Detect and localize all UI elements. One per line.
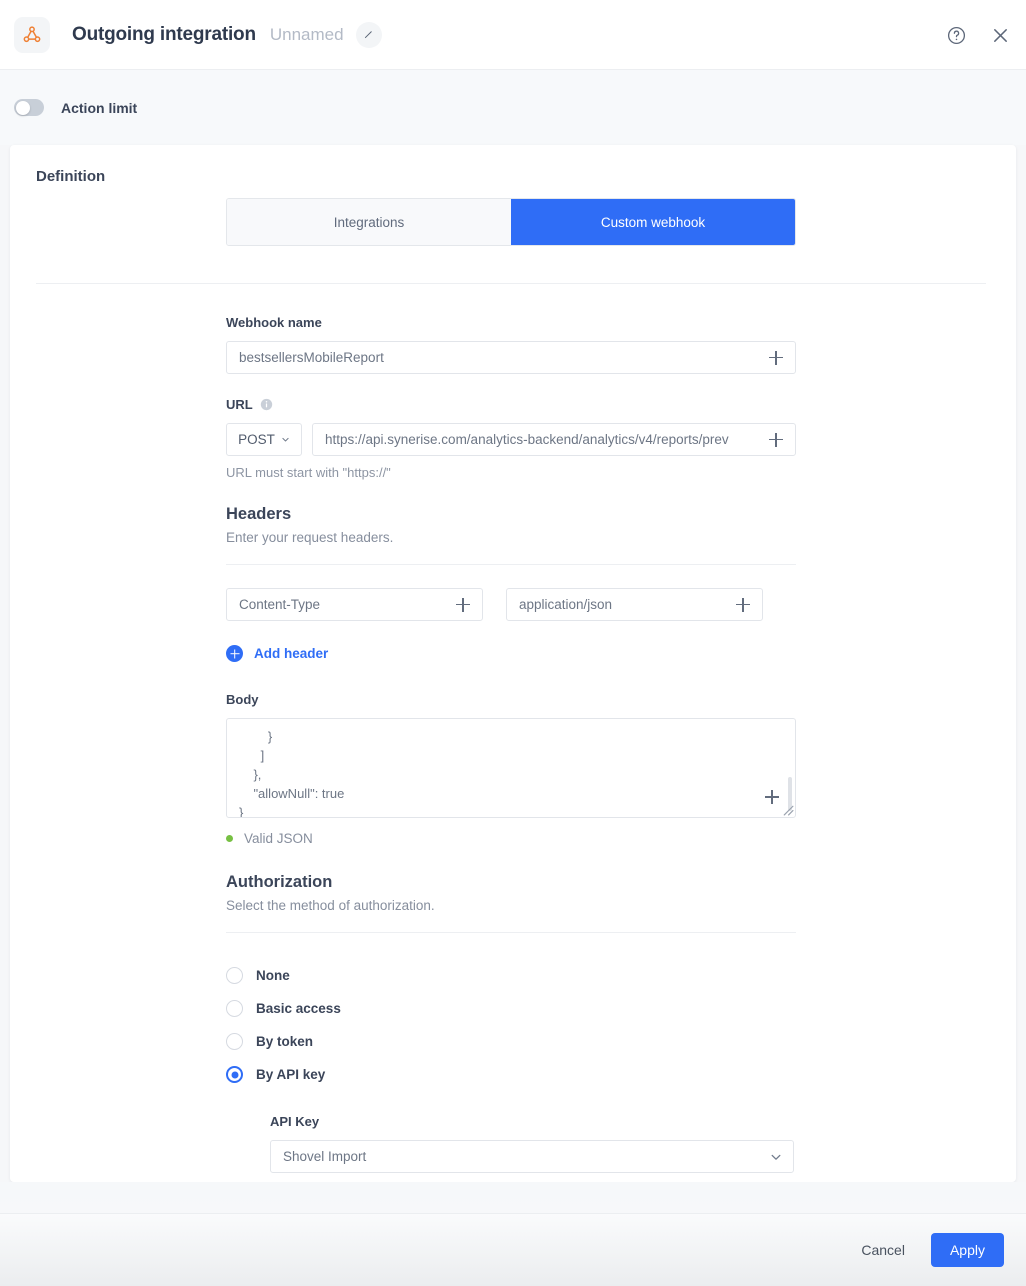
header-row: Content-Type application/json bbox=[226, 588, 796, 621]
radio-icon bbox=[226, 967, 243, 984]
add-header-label: Add header bbox=[254, 646, 328, 661]
body-status: Valid JSON bbox=[226, 831, 796, 846]
url-value: https://api.synerise.com/analytics-backe… bbox=[325, 432, 767, 447]
url-label: URL bbox=[226, 397, 796, 412]
definition-card: Definition Integrations Custom webhook W… bbox=[10, 145, 1016, 1182]
body-textarea[interactable]: } ] }, "allowNull": true } bbox=[226, 718, 796, 818]
body-label: Body bbox=[226, 692, 796, 707]
tab-custom-webhook[interactable]: Custom webhook bbox=[511, 199, 795, 245]
radio-basic-access-label: Basic access bbox=[256, 1001, 341, 1016]
webhook-name-add-button[interactable] bbox=[767, 349, 785, 367]
body-value: } ] }, "allowNull": true } bbox=[227, 719, 795, 818]
cancel-button[interactable]: Cancel bbox=[857, 1234, 909, 1266]
action-limit-toggle[interactable] bbox=[14, 99, 44, 116]
url-input[interactable]: https://api.synerise.com/analytics-backe… bbox=[312, 423, 796, 456]
header-value-input[interactable]: application/json bbox=[506, 588, 763, 621]
apply-button[interactable]: Apply bbox=[931, 1233, 1004, 1267]
authorization-title: Authorization bbox=[226, 873, 796, 892]
headers-subtitle: Enter your request headers. bbox=[226, 530, 796, 545]
page-title: Outgoing integration bbox=[72, 24, 256, 46]
api-key-label: API Key bbox=[270, 1114, 796, 1129]
http-method-value: POST bbox=[238, 432, 275, 447]
close-icon bbox=[990, 25, 1011, 46]
help-button[interactable] bbox=[944, 23, 968, 47]
tab-integrations[interactable]: Integrations bbox=[227, 199, 511, 245]
authorization-options: None Basic access By token By API key bbox=[226, 959, 796, 1091]
radio-icon bbox=[226, 1000, 243, 1017]
status-dot bbox=[226, 835, 233, 842]
pencil-icon bbox=[363, 29, 374, 40]
radio-by-token[interactable]: By token bbox=[226, 1025, 796, 1058]
help-circle-icon bbox=[946, 25, 967, 46]
radio-by-api-key-label: By API key bbox=[256, 1067, 325, 1082]
header-key-input[interactable]: Content-Type bbox=[226, 588, 483, 621]
edit-name-button[interactable] bbox=[356, 22, 382, 48]
radio-basic-access[interactable]: Basic access bbox=[226, 992, 796, 1025]
chevron-down-icon bbox=[770, 1151, 782, 1163]
integration-name: Unnamed bbox=[270, 25, 344, 45]
webhook-name-value: bestsellersMobileReport bbox=[239, 350, 767, 365]
dialog-footer: Cancel Apply bbox=[0, 1214, 1026, 1286]
radio-none[interactable]: None bbox=[226, 959, 796, 992]
definition-form: Integrations Custom webhook Webhook name… bbox=[226, 145, 796, 1173]
url-add-button[interactable] bbox=[767, 431, 785, 449]
authorization-subtitle: Select the method of authorization. bbox=[226, 898, 796, 913]
radio-by-token-label: By token bbox=[256, 1034, 313, 1049]
header-key-add-button[interactable] bbox=[454, 596, 472, 614]
radio-selected-icon bbox=[226, 1066, 243, 1083]
outgoing-integration-dialog: Outgoing integration Unnamed bbox=[0, 0, 1026, 1286]
api-key-field: API Key Shovel Import bbox=[270, 1114, 796, 1173]
radio-icon bbox=[226, 1033, 243, 1050]
status-text: Valid JSON bbox=[244, 831, 313, 846]
radio-by-api-key[interactable]: By API key bbox=[226, 1058, 796, 1091]
headers-title: Headers bbox=[226, 505, 796, 524]
webhook-icon bbox=[14, 17, 50, 53]
close-button[interactable] bbox=[988, 23, 1012, 47]
webhook-name-input[interactable]: bestsellersMobileReport bbox=[226, 341, 796, 374]
http-method-select[interactable]: POST bbox=[226, 423, 302, 456]
definition-title: Definition bbox=[36, 168, 105, 185]
info-icon[interactable] bbox=[260, 398, 273, 411]
divider bbox=[36, 283, 986, 284]
toggle-knob bbox=[16, 101, 30, 115]
api-key-select[interactable]: Shovel Import bbox=[270, 1140, 794, 1173]
body-add-button[interactable] bbox=[763, 788, 781, 806]
plus-circle-icon bbox=[226, 645, 243, 662]
integration-type-tabs: Integrations Custom webhook bbox=[226, 198, 796, 246]
action-limit-label: Action limit bbox=[61, 100, 137, 116]
api-key-value: Shovel Import bbox=[283, 1149, 770, 1164]
chevron-down-icon bbox=[281, 435, 290, 444]
action-limit-bar: Action limit bbox=[0, 70, 1026, 145]
webhook-name-label: Webhook name bbox=[226, 315, 796, 330]
header-actions bbox=[944, 0, 1012, 70]
header-value-value: application/json bbox=[519, 597, 734, 612]
header-value-add-button[interactable] bbox=[734, 596, 752, 614]
header-key-value: Content-Type bbox=[239, 597, 454, 612]
footer-spacer bbox=[0, 1182, 1026, 1214]
dialog-header: Outgoing integration Unnamed bbox=[0, 0, 1026, 70]
resize-handle-icon[interactable] bbox=[781, 803, 794, 816]
radio-none-label: None bbox=[256, 968, 290, 983]
url-hint: URL must start with "https://" bbox=[226, 465, 796, 480]
add-header-button[interactable]: Add header bbox=[226, 645, 328, 662]
url-row: POST https://api.synerise.com/analytics-… bbox=[226, 423, 796, 456]
headers-divider bbox=[226, 564, 796, 565]
authorization-divider bbox=[226, 932, 796, 933]
